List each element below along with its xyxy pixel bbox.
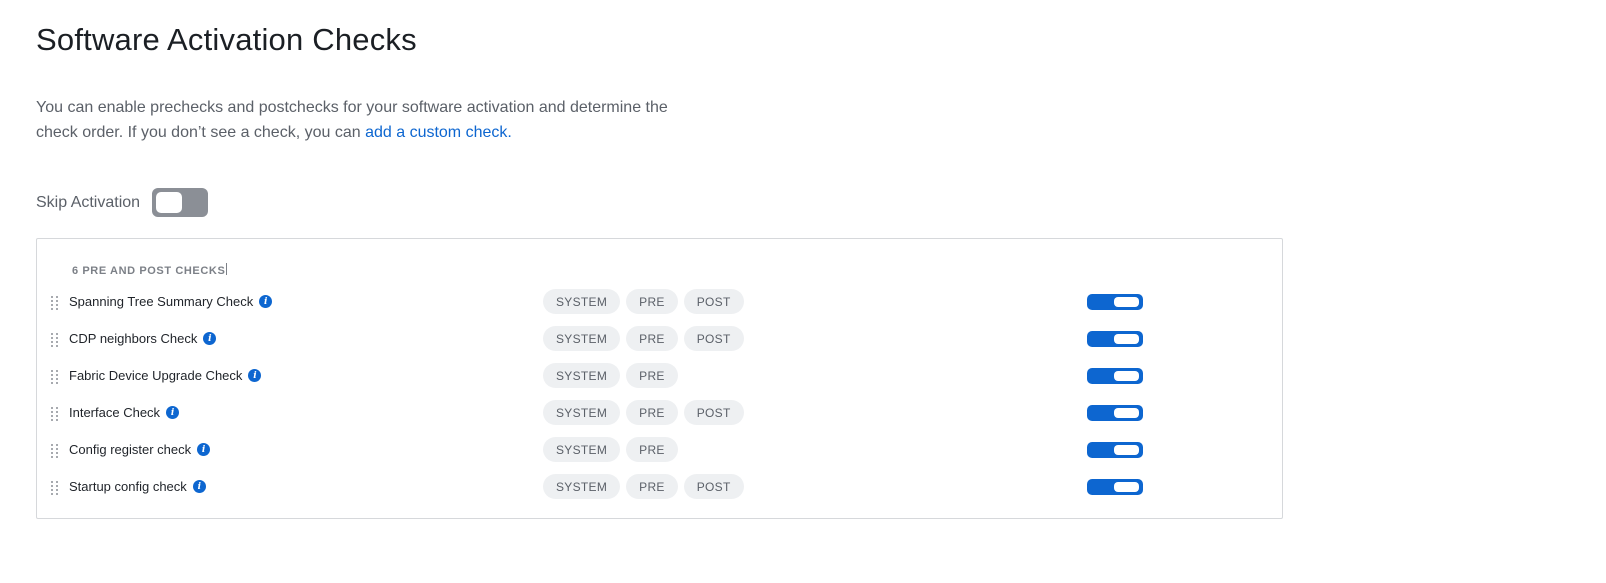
check-row[interactable]: Spanning Tree Summary Check i SYSTEM PRE POS…: [37, 289, 1282, 316]
drag-handle-icon[interactable]: [51, 444, 59, 458]
page-description: You can enable prechecks and postchecks …: [36, 96, 696, 145]
skip-activation-toggle[interactable]: [152, 188, 209, 217]
add-custom-check-link[interactable]: add a custom check.: [365, 124, 512, 141]
check-tag: PRE: [626, 437, 678, 462]
checks-header-label: 6 PRE AND POST CHECKS: [72, 265, 226, 277]
toggle-knob: [1114, 445, 1139, 455]
check-tags: SYSTEM PRE POST: [543, 474, 744, 499]
check-row[interactable]: CDP neighbors Check i SYSTEM PRE POST: [37, 326, 1282, 353]
check-name-label: CDP neighbors Check: [69, 331, 198, 346]
toggle-knob: [1114, 334, 1139, 344]
check-tag: POST: [683, 289, 744, 314]
check-enable-toggle[interactable]: [1087, 294, 1143, 310]
description-text: You can enable prechecks and postchecks …: [36, 99, 668, 141]
check-tag: SYSTEM: [543, 437, 621, 462]
check-name-label: Startup config check: [69, 479, 187, 494]
check-name-label: Fabric Device Upgrade Check: [69, 368, 243, 383]
check-tags: SYSTEM PRE POST: [543, 326, 744, 351]
check-tag: SYSTEM: [543, 326, 621, 351]
drag-handle-icon[interactable]: [51, 296, 59, 310]
drag-handle-icon[interactable]: [51, 333, 59, 347]
info-icon[interactable]: i: [203, 332, 217, 345]
drag-handle-icon[interactable]: [51, 407, 59, 421]
check-name: Config register check i: [69, 442, 211, 457]
check-tag: SYSTEM: [543, 363, 621, 388]
check-row[interactable]: Fabric Device Upgrade Check i SYSTEM PRE: [37, 363, 1282, 390]
check-tag: PRE: [626, 363, 678, 388]
check-tag: PRE: [626, 474, 678, 499]
checks-count-header: 6 PRE AND POST CHECKS: [72, 263, 228, 277]
info-icon[interactable]: i: [197, 443, 211, 456]
check-tag: POST: [683, 474, 744, 499]
check-name: Fabric Device Upgrade Check i: [69, 368, 262, 383]
check-enable-toggle[interactable]: [1087, 405, 1143, 421]
check-tags: SYSTEM PRE: [543, 437, 678, 462]
check-name: Interface Check i: [69, 405, 180, 420]
toggle-knob: [1114, 297, 1139, 307]
info-icon[interactable]: i: [259, 295, 273, 308]
check-tags: SYSTEM PRE POST: [543, 400, 744, 425]
drag-handle-icon[interactable]: [51, 370, 59, 384]
check-tag: POST: [683, 326, 744, 351]
check-tag: PRE: [626, 326, 678, 351]
check-name: CDP neighbors Check i: [69, 331, 217, 346]
toggle-knob: [1114, 408, 1139, 418]
check-tag: SYSTEM: [543, 474, 621, 499]
check-tags: SYSTEM PRE POST: [543, 289, 744, 314]
check-name: Startup config check i: [69, 479, 206, 494]
check-tag: PRE: [626, 400, 678, 425]
check-name-label: Spanning Tree Summary Check: [69, 294, 254, 309]
check-enable-toggle[interactable]: [1087, 479, 1143, 495]
check-name-label: Config register check: [69, 442, 192, 457]
toggle-knob: [156, 192, 183, 213]
info-icon[interactable]: i: [248, 369, 262, 382]
check-enable-toggle[interactable]: [1087, 331, 1143, 347]
text-cursor: [226, 263, 228, 275]
toggle-knob: [1114, 482, 1139, 492]
check-name-label: Interface Check: [69, 405, 161, 420]
check-row[interactable]: Startup config check i SYSTEM PRE POST: [37, 474, 1282, 501]
page-title: Software Activation Checks: [36, 22, 417, 57]
check-tag: POST: [683, 400, 744, 425]
checks-panel: 6 PRE AND POST CHECKS Spanning Tree Summ…: [36, 238, 1283, 519]
drag-handle-icon[interactable]: [51, 481, 59, 495]
toggle-knob: [1114, 371, 1139, 381]
check-enable-toggle[interactable]: [1087, 442, 1143, 458]
info-icon[interactable]: i: [192, 480, 206, 493]
check-name: Spanning Tree Summary Check i: [69, 294, 273, 309]
check-tag: SYSTEM: [543, 400, 621, 425]
info-icon[interactable]: i: [166, 406, 180, 419]
check-row[interactable]: Interface Check i SYSTEM PRE POST: [37, 400, 1282, 427]
check-enable-toggle[interactable]: [1087, 368, 1143, 384]
check-tag: PRE: [626, 289, 678, 314]
check-tag: SYSTEM: [543, 289, 621, 314]
skip-activation-label: Skip Activation: [36, 193, 141, 211]
check-row[interactable]: Config register check i SYSTEM PRE: [37, 437, 1282, 464]
skip-activation-row: Skip Activation: [36, 188, 209, 217]
check-tags: SYSTEM PRE: [543, 363, 678, 388]
